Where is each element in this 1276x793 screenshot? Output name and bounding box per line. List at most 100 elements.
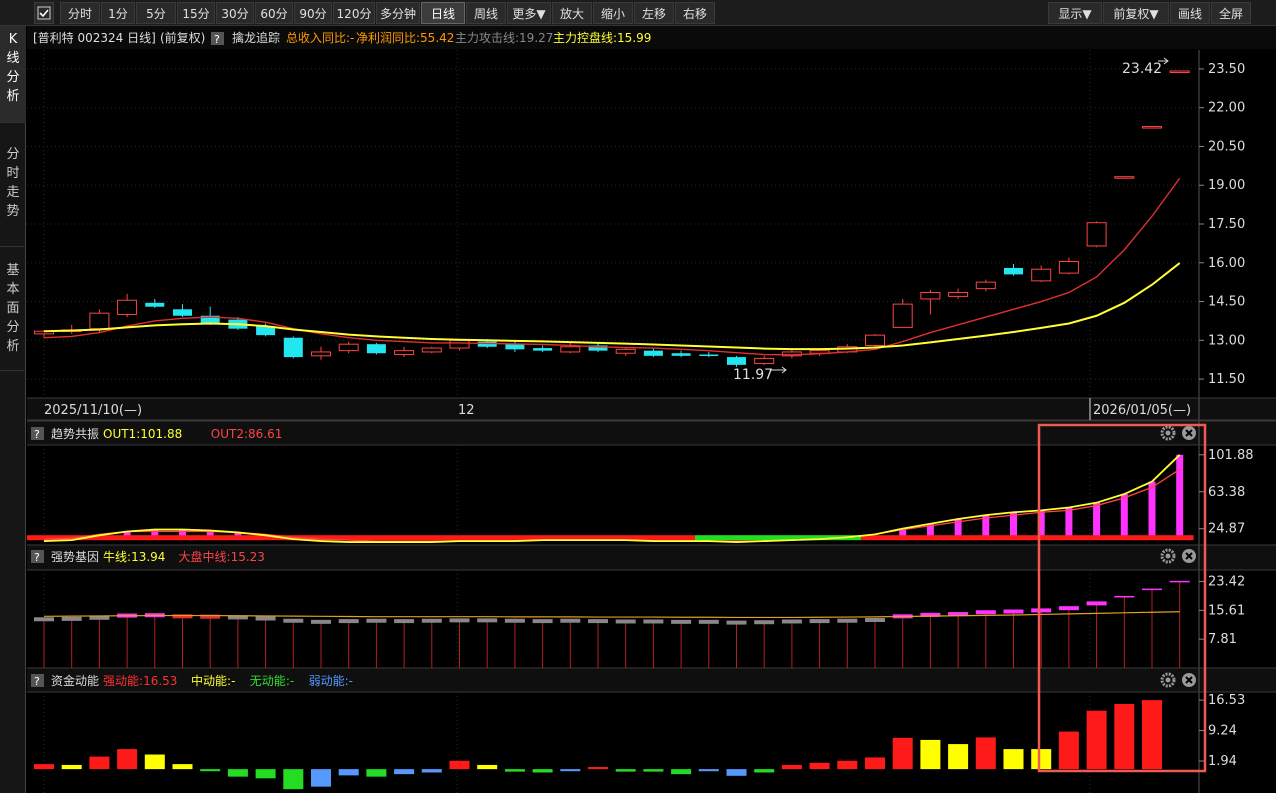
fund-bar	[421, 769, 442, 773]
period-button-4[interactable]: 30分	[216, 2, 254, 24]
gene-bar	[311, 619, 331, 624]
revenue-yoy: 总收入同比:-	[286, 31, 354, 45]
candle-body	[1086, 222, 1107, 247]
candle-body	[283, 337, 303, 358]
price-tick-label: 22.00	[1208, 101, 1245, 116]
gene-bar	[754, 620, 775, 625]
sidebar-tab-label: 基本面分析	[6, 263, 20, 354]
candle-body	[560, 346, 581, 353]
pane-value: 强动能:16.53	[103, 674, 177, 688]
fund-bar	[477, 764, 498, 770]
series-value: -	[290, 674, 294, 688]
gene-bar	[1169, 580, 1190, 583]
sidebar-tab-kline[interactable]: K线分析	[0, 26, 26, 123]
date-label-mid: 12	[458, 403, 475, 418]
fund-bar	[532, 769, 553, 773]
help-icon-glyph: ?	[34, 675, 40, 688]
fund-bar	[1058, 731, 1079, 770]
gene-bar	[366, 618, 387, 623]
gene-bar	[421, 618, 442, 623]
adjust-label: (前复权)	[160, 30, 205, 45]
trend-bar	[1148, 481, 1156, 539]
candle-body	[1058, 260, 1079, 274]
candle-body	[1031, 268, 1052, 282]
period-button-2[interactable]: 5分	[136, 2, 176, 24]
right-button-1[interactable]: 前复权▼	[1103, 2, 1169, 24]
fund-bar	[865, 757, 885, 770]
gene-bar	[698, 619, 719, 624]
attack-line-value: 主力攻击线:19.27	[455, 31, 553, 45]
price-tick-label: 16.00	[1208, 256, 1245, 271]
period-button-9[interactable]: 日线	[421, 2, 465, 24]
series-name: 牛线	[103, 549, 127, 564]
candle-body	[1004, 267, 1023, 275]
period-button-0[interactable]: 分时	[60, 2, 100, 24]
pane-title: 强势基因	[51, 550, 99, 564]
fund-bar	[1142, 700, 1162, 770]
period-button-8[interactable]: 多分钟	[376, 2, 420, 24]
candle-body	[920, 291, 941, 300]
pane-value: OUT2:86.61	[211, 427, 283, 441]
period-button-3[interactable]: 15分	[177, 2, 215, 24]
period-button-6[interactable]: 90分	[294, 2, 332, 24]
period-button-15[interactable]: 右移	[675, 2, 715, 24]
fund-bar	[200, 769, 221, 772]
chart-area[interactable]: 23.50 22.00 20.50 19.00 17.50 16.00 14.50 13.00…	[26, 26, 1276, 793]
candle-body	[1142, 126, 1162, 129]
price-tick-label: 20.50	[1208, 139, 1245, 154]
fund-bar	[975, 737, 996, 770]
close-icon[interactable]	[1182, 673, 1196, 687]
close-icon[interactable]	[1182, 426, 1196, 440]
low-price-label: 11.97	[733, 367, 773, 383]
period-button-10[interactable]: 周线	[466, 2, 506, 24]
fund-bar	[615, 769, 636, 772]
period-button-5[interactable]: 60分	[255, 2, 293, 24]
stock-label: [普利特 002324 日线]	[33, 30, 156, 45]
gene-bar	[394, 619, 415, 624]
gear-hub	[1165, 677, 1171, 683]
gene-bar	[449, 618, 470, 623]
candle-body	[173, 309, 192, 316]
sidebar-tab-label: 分时走势	[6, 147, 20, 219]
sidebar-tab-fundamentals[interactable]: 基本面分析	[0, 247, 26, 371]
gear-hub	[1165, 553, 1171, 559]
value-tick-label: 63.38	[1208, 485, 1245, 500]
pane-value: 弱动能:-	[309, 674, 353, 688]
top-toolbar: 分时 1分 5分 15分 30分 60分 90分 120分 多分钟 日线 周线 更多▼ 放大 缩小 左移 右移…	[0, 0, 1276, 26]
out1-line	[43, 454, 1181, 543]
pane-value: OUT1:101.88	[103, 427, 182, 441]
right-button-2[interactable]: 画线	[1170, 2, 1210, 24]
gene-bar	[338, 619, 359, 624]
fund-bar	[1003, 749, 1024, 770]
price-tick-label: 14.50	[1208, 295, 1245, 310]
fund-bars	[34, 700, 1162, 790]
gene-bar	[255, 616, 276, 621]
gene-bar	[781, 619, 802, 624]
fund-bar	[726, 769, 747, 776]
right-button-3[interactable]: 全屏	[1211, 2, 1251, 24]
checkbox-icon[interactable]	[34, 2, 54, 24]
sidebar-tab-timeshare[interactable]: 分时走势	[0, 123, 26, 247]
gene-bar	[504, 618, 525, 623]
period-button-1[interactable]: 1分	[101, 2, 135, 24]
gene-bar	[1031, 608, 1052, 613]
close-icon[interactable]	[1182, 549, 1196, 563]
price-tick-label: 11.50	[1208, 372, 1245, 387]
series-name: OUT2	[211, 427, 244, 441]
period-button-13[interactable]: 缩小	[593, 2, 633, 24]
value-tick-label: 9.24	[1208, 724, 1237, 739]
period-button-14[interactable]: 左移	[634, 2, 674, 24]
fund-bar	[560, 769, 581, 772]
period-button-12[interactable]: 放大	[552, 2, 592, 24]
pane-value: 大盘中线:15.23	[179, 549, 265, 564]
right-button-0[interactable]: 显示▼	[1048, 2, 1102, 24]
period-button-7[interactable]: 120分	[333, 2, 375, 24]
help-icon-glyph: ?	[214, 33, 220, 46]
period-button-11[interactable]: 更多▼	[507, 2, 551, 24]
trend-bars	[27, 454, 1194, 541]
value-tick-label: 7.81	[1208, 632, 1237, 647]
fund-bar	[255, 769, 276, 779]
gene-bar	[643, 619, 664, 624]
series-value: -	[349, 674, 353, 688]
fund-bar	[754, 769, 775, 773]
